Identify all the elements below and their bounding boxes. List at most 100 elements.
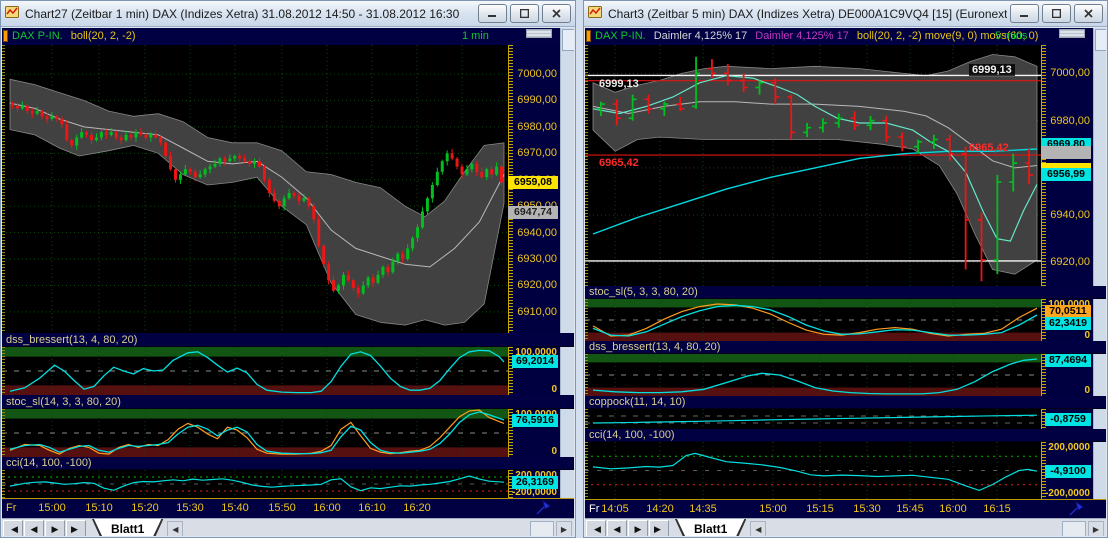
- tab-scroll-left-button[interactable]: ◀: [750, 521, 767, 536]
- tab-nav-first-button[interactable]: ◀: [586, 520, 606, 536]
- indicator-plot[interactable]: [2, 409, 508, 458]
- minimize-button[interactable]: [478, 4, 507, 23]
- tab-scroll-right-button[interactable]: ▶: [556, 521, 572, 536]
- time-axis-label: 16:00: [939, 503, 967, 515]
- indicator-plot[interactable]: [585, 409, 1041, 430]
- time-axis-label: 14:05: [601, 503, 629, 515]
- chart-header-bar: DAX P-IN. boll(20, 2, -2) 1 min: [2, 28, 574, 46]
- indicator-scale[interactable]: 200,0000-200,000026,3169: [508, 470, 560, 498]
- time-axis-label: 15:00: [759, 503, 787, 515]
- price-axis-label: 6940,00: [517, 226, 557, 239]
- price-badge: [1041, 146, 1091, 159]
- price-axis-label: 6920,00: [517, 279, 557, 292]
- indicator-plot[interactable]: [585, 442, 1041, 500]
- indicator-value-badge: 76,5916: [512, 413, 558, 427]
- main-chart-plot[interactable]: 6999,13 6999,13 6965,42 6965,42: [585, 45, 1041, 287]
- vertical-scrollbar[interactable]: [1093, 28, 1106, 518]
- price-axis-label: 6990,00: [517, 94, 557, 107]
- indicator-panel-title: stoc_sl(14, 3, 3, 80, 20): [2, 395, 574, 409]
- time-axis-label: 16:15: [983, 503, 1011, 515]
- horizontal-scrollbar-thumb[interactable]: [1062, 521, 1086, 536]
- time-axis-label: 16:20: [403, 502, 431, 514]
- indicator-scale[interactable]: 100,0000087,4694: [1041, 354, 1093, 396]
- tab-nav-last-button[interactable]: ▶: [66, 520, 86, 536]
- vertical-scrollbar-thumb[interactable]: [562, 29, 574, 51]
- sheet-tab-label[interactable]: Blatt1: [93, 519, 162, 536]
- indicator-scale[interactable]: 100,0000 0 69,2014: [508, 347, 560, 395]
- tab-nav-next-button[interactable]: ▶: [45, 520, 65, 536]
- sheet-tab-bar: ◀ ◀ ▶ ▶ Blatt1 ◀ ▶: [585, 518, 1106, 536]
- instrument-marker: [586, 30, 591, 42]
- window-titlebar[interactable]: Chart3 (Zeitbar 5 min) DAX (Indizes Xetr…: [584, 1, 1107, 27]
- indicator-panel-title: cci(14, 100, -100): [2, 457, 574, 470]
- mini-scroll-thumb[interactable]: [1059, 29, 1085, 38]
- price-badge: 6947,74: [508, 205, 558, 219]
- scale-bottom-label: -200,0000: [1044, 488, 1090, 499]
- tabbar-spacer: [766, 519, 1062, 536]
- maximize-button[interactable]: [510, 4, 539, 23]
- tab-nav-prev-button[interactable]: ◀: [24, 520, 44, 536]
- indicator-scale[interactable]: 100,0000076,5916: [508, 409, 560, 457]
- sheet-tab[interactable]: Blatt1: [92, 519, 163, 536]
- indicator-scale[interactable]: 200,0000 -200,0000 -4,9100: [1041, 442, 1093, 499]
- tab-scroll-left-button[interactable]: ◀: [167, 521, 184, 536]
- indicator-panel-title: dss_bressert(13, 4, 80, 20): [2, 333, 574, 347]
- price-badge: 6956,99: [1041, 168, 1091, 182]
- chart-content-left: DAX P-IN. boll(20, 2, -2) 1 min 7000,00 6990…: [2, 28, 574, 536]
- price-axis-label: 7000,00: [1050, 67, 1090, 80]
- window-title: Chart3 (Zeitbar 5 min) DAX (Indizes Xetr…: [608, 6, 1007, 21]
- time-axis-label: 15:10: [85, 502, 113, 514]
- price-axis[interactable]: 7000,006980,006960,006940,006920,006969,…: [1041, 45, 1093, 286]
- main-chart-plot[interactable]: [2, 45, 508, 334]
- close-button[interactable]: [542, 4, 571, 23]
- tab-nav-prev-button[interactable]: ◀: [607, 520, 627, 536]
- vertical-scrollbar[interactable]: [560, 28, 574, 518]
- price-axis-label: 6970,00: [517, 147, 557, 160]
- period-label: 1 min: [462, 30, 489, 42]
- horizontal-scrollbar-thumb[interactable]: [530, 521, 554, 536]
- header-segment: Daimler 4,125% 17: [653, 30, 748, 42]
- time-axis-label: Fr: [589, 503, 600, 515]
- vertical-scrollbar-thumb[interactable]: [1095, 29, 1106, 51]
- price-axis-label: 6930,00: [517, 253, 557, 266]
- tab-nav-first-button[interactable]: ◀: [3, 520, 23, 536]
- price-badge: 6959,08: [508, 175, 558, 189]
- header-segments: DAX P-IN. Daimler 4,125% 17 Daimler 4,125%…: [595, 30, 1046, 42]
- indicator-panel-title: coppock(11, 14, 10): [585, 396, 1106, 409]
- sheet-tab-label[interactable]: Blatt1: [676, 519, 745, 536]
- time-axis[interactable]: Fr 14:05 14:20 14:35 15:00 15:15 15:30 15:45 16:…: [585, 499, 1106, 519]
- header-segment: boll(20, 2, -2): [70, 30, 136, 42]
- time-axis-label: 15:15: [806, 503, 834, 515]
- indicator-panel-title: cci(14, 100, -100): [585, 429, 1106, 442]
- indicator-scale[interactable]: 100,0000070,051162,3419: [1041, 299, 1093, 341]
- time-axis-label: 15:00: [38, 502, 66, 514]
- sheet-tab[interactable]: Blatt1: [675, 519, 746, 536]
- indicator-panel-title: stoc_sl(5, 3, 3, 80, 20): [585, 286, 1106, 299]
- time-axis-label: 15:30: [853, 503, 881, 515]
- tab-nav-last-button[interactable]: ▶: [649, 520, 669, 536]
- tab-nav-next-button[interactable]: ▶: [628, 520, 648, 536]
- maximize-button[interactable]: [1042, 4, 1071, 23]
- indicator-plot[interactable]: [2, 470, 508, 499]
- indicator-plot[interactable]: [585, 299, 1041, 342]
- price-axis[interactable]: 7000,006990,006980,006970,006960,006950,…: [508, 45, 560, 333]
- time-axis-label: 15:45: [896, 503, 924, 515]
- time-axis-label: 15:30: [176, 502, 204, 514]
- time-axis-label: 15:40: [221, 502, 249, 514]
- indicator-plot[interactable]: [585, 354, 1041, 397]
- window-titlebar[interactable]: Chart27 (Zeitbar 1 min) DAX (Indizes Xet…: [1, 1, 575, 27]
- indicator-value-badge: 26,3169: [512, 475, 558, 489]
- close-button[interactable]: [1074, 4, 1103, 23]
- tab-scroll-right-button[interactable]: ▶: [1088, 521, 1104, 536]
- mini-scroll-thumb[interactable]: [526, 29, 552, 38]
- indicator-scale[interactable]: -0,8759: [1041, 409, 1093, 429]
- price-line-label: 6965,42: [969, 142, 1009, 155]
- time-axis-label: 16:10: [358, 502, 386, 514]
- scale-bottom-label: 0: [551, 446, 557, 457]
- time-axis-label: 15:20: [131, 502, 159, 514]
- indicator-plot[interactable]: [2, 347, 508, 396]
- price-axis-label: 6910,00: [517, 305, 557, 318]
- time-axis[interactable]: Fr 15:00 15:10 15:20 15:30 15:40 15:50 16:00 16:…: [2, 498, 574, 519]
- minimize-button[interactable]: [1010, 4, 1039, 23]
- period-label: 5 mins: [995, 30, 1028, 42]
